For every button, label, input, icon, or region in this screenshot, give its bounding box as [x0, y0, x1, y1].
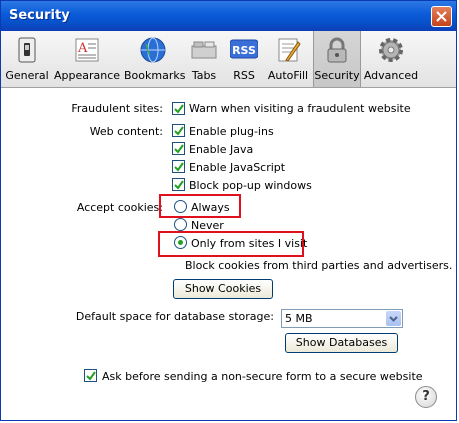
help-button[interactable]: ? [415, 386, 437, 408]
tab-bookmarks[interactable]: Bookmarks [124, 31, 186, 87]
tabs-icon [191, 41, 217, 59]
tab-security[interactable]: Security [313, 31, 361, 87]
tab-general-label: General [5, 69, 49, 82]
database-storage-value: 5 MB [285, 312, 313, 325]
window-title: Security [9, 8, 70, 23]
block-popups-text: Block pop-up windows [189, 179, 312, 192]
preferences-toolbar: General A Appearance Bookmarks Tabs RSS … [1, 31, 456, 88]
autofill-icon [278, 38, 301, 62]
rss-badge-text: RSS [232, 44, 256, 57]
tab-rss-label: RSS [233, 69, 255, 82]
tab-tabs[interactable]: Tabs [185, 31, 223, 87]
database-storage-label: Default space for database storage: [75, 310, 274, 323]
cookies-never-radio[interactable] [174, 218, 187, 231]
radio-selected-dot [178, 240, 183, 245]
enable-plugins-checkbox[interactable] [172, 124, 185, 137]
block-popups-checkbox[interactable] [172, 178, 185, 191]
bookmarks-globe-icon [140, 37, 166, 63]
checkmark-icon [174, 104, 184, 114]
tab-security-label: Security [314, 69, 360, 82]
tab-general[interactable]: General [4, 31, 50, 87]
checkmark-icon [174, 126, 184, 136]
rss-icon: RSS [230, 39, 258, 59]
cookies-only-visited-text: Only from sites I visit [191, 237, 308, 250]
nonsecure-form-checkbox[interactable] [84, 369, 97, 382]
enable-java-checkbox[interactable] [172, 142, 185, 155]
cookies-always-radio[interactable] [174, 200, 187, 213]
nonsecure-form-text: Ask before sending a non-secure form to … [102, 370, 423, 383]
tab-advanced[interactable]: Advanced [363, 31, 419, 87]
accept-cookies-label: Accept cookies: [76, 201, 163, 214]
chevron-down-icon[interactable] [386, 311, 401, 326]
lock-icon [327, 37, 347, 63]
tab-bookmarks-label: Bookmarks [124, 69, 186, 82]
tab-rss[interactable]: RSS RSS [226, 31, 262, 87]
checkmark-icon [174, 180, 184, 190]
tab-autofill[interactable]: AutoFill [265, 31, 311, 87]
security-pane: Fraudulent sites: Warn when visiting a f… [1, 88, 456, 420]
tab-advanced-label: Advanced [363, 69, 419, 82]
gear-icon [379, 38, 403, 62]
tab-appearance-label: Appearance [53, 69, 121, 82]
close-icon [436, 11, 447, 22]
title-bar[interactable]: Security [1, 1, 456, 31]
svg-text:A: A [77, 41, 88, 56]
database-storage-select[interactable]: 5 MB [281, 309, 403, 328]
show-databases-button[interactable]: Show Databases [285, 333, 398, 353]
fraudulent-warning-text: Warn when visiting a fraudulent website [189, 102, 411, 115]
checkmark-icon [86, 371, 96, 381]
checkmark-icon [174, 144, 184, 154]
show-cookies-button[interactable]: Show Cookies [173, 279, 273, 299]
enable-javascript-text: Enable JavaScript [189, 161, 286, 174]
fraudulent-sites-label: Fraudulent sites: [71, 102, 163, 115]
general-switch-icon [18, 37, 36, 63]
enable-java-text: Enable Java [189, 143, 254, 156]
tab-appearance[interactable]: A Appearance [53, 31, 121, 87]
cookies-only-visited-radio[interactable] [174, 236, 187, 249]
checkmark-icon [174, 162, 184, 172]
tab-autofill-label: AutoFill [267, 69, 309, 82]
web-content-label: Web content: [89, 125, 163, 138]
enable-javascript-checkbox[interactable] [172, 160, 185, 173]
tab-tabs-label: Tabs [191, 69, 217, 82]
enable-plugins-text: Enable plug-ins [189, 125, 274, 138]
appearance-icon: A [75, 38, 99, 62]
preferences-window: Security General A Appearance Bookmarks … [0, 0, 457, 421]
close-button[interactable] [431, 6, 452, 27]
fraudulent-warning-checkbox[interactable] [172, 102, 185, 115]
cookies-always-text: Always [191, 201, 230, 214]
cookies-note: Block cookies from third parties and adv… [185, 259, 453, 272]
